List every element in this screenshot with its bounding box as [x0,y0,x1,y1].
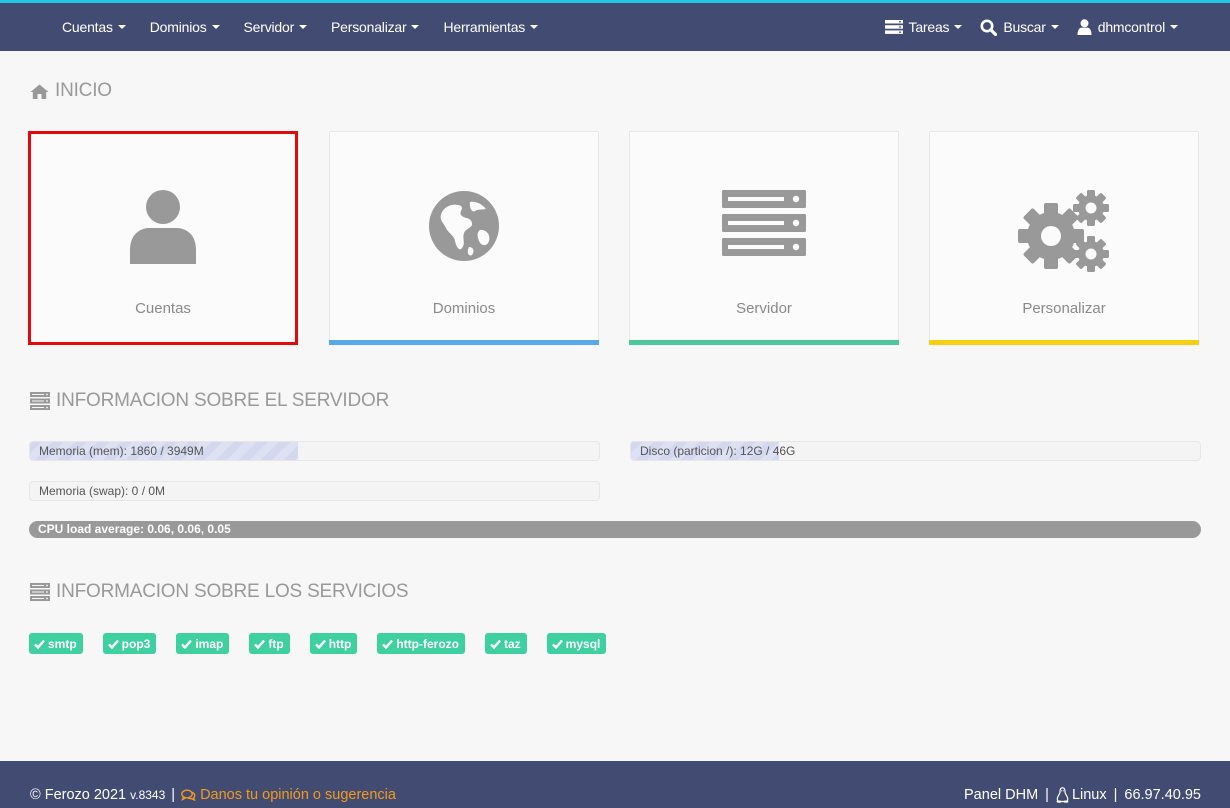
service-badge-http: http [309,633,358,654]
check-icon [490,639,501,649]
service-badge-imap: imap [176,633,230,654]
menu-tareas[interactable]: Tareas [884,19,963,35]
check-icon [254,639,266,649]
copyright: © Ferozo 2021 [30,787,127,803]
version: v.8343 [130,788,166,802]
caret-down-icon [299,25,308,29]
footer: © Ferozo 2021 v.8343 | Danos tu opinión … [0,761,1230,808]
search-icon [980,19,998,36]
service-badge-pop3: pop3 [102,633,157,654]
disk-label: Disco (particion /): 12G / 46G [640,444,796,458]
caret-down-icon [1170,25,1178,29]
services-info-heading: INFORMACION SOBRE LOS SERVICIOS [30,581,409,603]
tile-label: Cuentas [135,300,191,317]
os-name: Linux [1071,787,1107,803]
check-icon [382,639,394,649]
home-icon [30,84,49,99]
page-title: INICIO [30,80,112,102]
tile-label: Dominios [432,300,496,317]
menu-user[interactable]: dhmcontrol [1077,19,1178,35]
panel-name: Panel DHM [964,787,1039,803]
tile-servidor[interactable]: Servidor [629,131,899,345]
separator: | [1045,787,1049,803]
tile-accent-bar [929,340,1199,345]
user-icon [1077,19,1092,35]
separator: | [171,787,176,803]
cpu-load-label: CPU load average: 0.06, 0.06, 0.05 [38,522,231,536]
cpu-load-bar: CPU load average: 0.06, 0.06, 0.05 [29,521,1201,538]
caret-down-icon [1050,25,1059,29]
server-icon [722,190,806,256]
caret-down-icon [530,25,539,29]
tile-accent-bar [329,340,599,345]
service-badge-mysql: mysql [546,633,607,654]
service-badge-http-ferozo: http-ferozo [377,633,465,654]
check-icon [181,639,193,649]
chat-bubbles-icon [181,789,196,801]
menu-servidor[interactable]: Servidor [244,19,308,35]
tile-label: Servidor [736,300,792,317]
memory-progress-bar: Memoria (mem): 1860 / 3949M [29,441,600,461]
caret-down-icon [954,25,963,29]
caret-down-icon [117,25,126,29]
server-ip: 66.97.40.95 [1124,787,1201,803]
globe-icon [429,191,499,261]
swap-progress-bar: Memoria (swap): 0 / 0M [29,481,600,501]
swap-label: Memoria (swap): 0 / 0M [39,484,166,498]
top-navbar: Cuentas Dominios Servidor Personalizar H… [0,3,1230,51]
tasks-icon [884,20,903,34]
tile-dominios[interactable]: Dominios [329,131,599,345]
disk-progress-bar: Disco (particion /): 12G / 46G [630,441,1201,461]
feedback-link[interactable]: Danos tu opinión o sugerencia [181,787,396,803]
service-badges: smtp pop3 imap ftp http http-ferozo taz … [29,633,626,654]
check-icon [551,639,563,649]
linux-icon [1056,787,1069,803]
menu-dominios[interactable]: Dominios [150,19,220,35]
memory-label: Memoria (mem): 1860 / 3949M [39,444,204,458]
service-badge-smtp: smtp [29,633,83,654]
check-icon [34,639,45,649]
user-icon [130,190,196,264]
service-badge-ftp: ftp [249,633,290,654]
tile-personalizar[interactable]: Personalizar [929,131,1199,345]
service-badge-taz: taz [485,633,527,654]
menu-personalizar[interactable]: Personalizar [331,19,420,35]
gears-icon [1018,190,1109,272]
check-icon [107,639,119,649]
server-info-heading: INFORMACION SOBRE EL SERVIDOR [30,390,389,412]
user-menu-area: Tareas Buscar dhmcontrol [867,3,1178,51]
separator: | [1113,787,1118,803]
check-icon [314,639,326,649]
tile-label: Personalizar [1022,300,1106,317]
tile-accent-bar [629,340,899,345]
tile-cuentas[interactable]: Cuentas [28,131,298,345]
menu-cuentas[interactable]: Cuentas [62,19,126,35]
server-icon [30,583,50,601]
menu-herramientas[interactable]: Herramientas [443,19,539,35]
caret-down-icon [411,25,420,29]
caret-down-icon [211,25,220,29]
main-menu: Cuentas Dominios Servidor Personalizar H… [62,3,562,51]
menu-buscar[interactable]: Buscar [980,19,1059,36]
server-icon [30,392,50,410]
